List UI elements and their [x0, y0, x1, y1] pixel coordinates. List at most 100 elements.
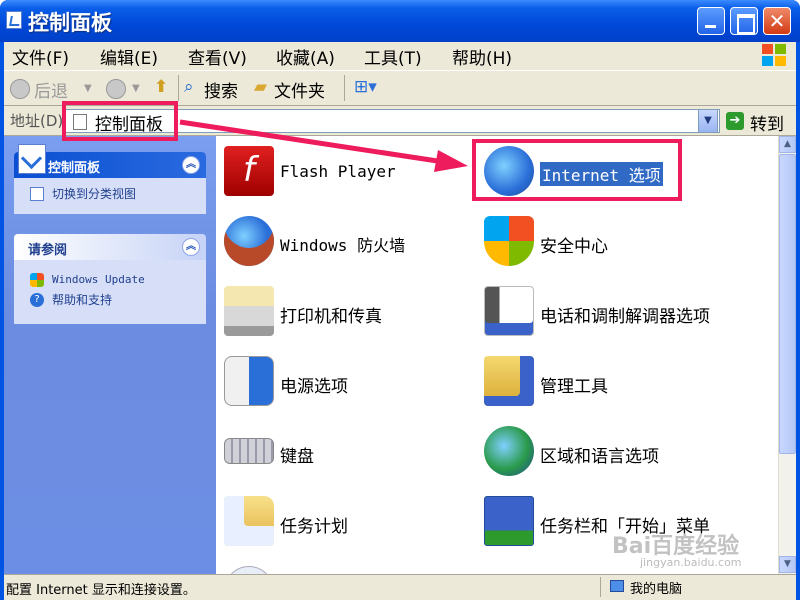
- address-dropdown-button[interactable]: ▼: [698, 109, 718, 133]
- windows-update-icon: [30, 273, 44, 287]
- views-grid-icon[interactable]: ⊞▾: [354, 77, 377, 97]
- see-also-panel: 请参阅 ︽ Windows Update ? 帮助和支持: [14, 234, 206, 324]
- keyboard-icon: [224, 438, 274, 464]
- partial-icon: [224, 566, 274, 574]
- item-phone-modem[interactable]: 电话和调制解调器选项: [480, 280, 740, 340]
- item-label: Windows 防火墙: [280, 236, 406, 255]
- item-security-center[interactable]: 安全中心: [480, 210, 740, 270]
- folders-button[interactable]: 文件夹: [274, 77, 325, 102]
- my-computer-icon: [610, 580, 624, 592]
- panel-title: 请参阅: [28, 243, 68, 258]
- title-bar[interactable]: 控制面板 ✕: [0, 0, 800, 42]
- item-flash-player[interactable]: f Flash Player: [220, 140, 480, 200]
- forward-button[interactable]: [106, 79, 126, 99]
- switch-category-view-link[interactable]: 切换到分类视图: [22, 184, 198, 204]
- status-bar: 配置 Internet 显示和连接设置。 我的电脑: [4, 574, 796, 600]
- menu-bar: 文件(F) 编辑(E) 查看(V) 收藏(A) 工具(T) 帮助(H): [4, 42, 796, 70]
- flash-icon: f: [224, 146, 274, 196]
- menu-tools[interactable]: 工具(T): [364, 44, 422, 69]
- search-icon: ⌕: [184, 77, 194, 97]
- menu-edit[interactable]: 编辑(E): [100, 44, 158, 69]
- panel-title: 控制面板: [48, 161, 101, 176]
- address-label: 地址(D): [10, 112, 64, 130]
- minimize-button[interactable]: [697, 7, 725, 35]
- toolbar-separator: [178, 75, 179, 101]
- item-admin-tools[interactable]: 管理工具: [480, 350, 740, 410]
- forward-dropdown-icon[interactable]: ▼: [132, 83, 140, 94]
- collapse-chevron-icon[interactable]: ︽: [182, 238, 200, 256]
- annotation-box-internet-options: [472, 139, 682, 201]
- link-label: 切换到分类视图: [52, 187, 137, 201]
- switch-view-icon: [30, 187, 44, 201]
- panel-body: Windows Update ? 帮助和支持: [14, 260, 206, 324]
- item-partial[interactable]: [220, 560, 480, 574]
- control-panel-icon: [18, 144, 46, 174]
- control-panel-panel: 控制面板 ︽ 切换到分类视图: [14, 144, 206, 214]
- menu-file[interactable]: 文件(F): [12, 44, 69, 69]
- vertical-scrollbar[interactable]: ▲ ▼: [778, 136, 796, 574]
- admin-tools-icon: [484, 356, 534, 406]
- control-panel-items: f Flash Player Internet 选项 Windows 防火墙 安…: [216, 136, 778, 574]
- item-label: 打印机和传真: [280, 307, 382, 327]
- scroll-down-button[interactable]: ▼: [779, 556, 796, 573]
- help-icon: ?: [30, 293, 44, 307]
- item-region-language[interactable]: 区域和语言选项: [480, 420, 740, 480]
- status-zone: 我的电脑: [610, 578, 682, 597]
- menu-view[interactable]: 查看(V): [188, 44, 247, 69]
- link-label: 帮助和支持: [52, 293, 113, 307]
- item-label: 键盘: [280, 447, 314, 467]
- printer-icon: [224, 286, 274, 336]
- item-label: 电源选项: [280, 377, 348, 397]
- item-keyboard[interactable]: 键盘: [220, 420, 480, 480]
- toolbar-separator: [344, 75, 345, 101]
- window-title: 控制面板: [28, 11, 112, 35]
- back-dropdown-icon[interactable]: ▼: [84, 83, 92, 94]
- close-button[interactable]: ✕: [763, 7, 791, 35]
- task-pane: 控制面板 ︽ 切换到分类视图 请参阅 ︽ Windows Update ? 帮助…: [4, 136, 216, 574]
- panel-header[interactable]: 控制面板 ︽: [14, 144, 206, 178]
- collapse-chevron-icon[interactable]: ︽: [182, 156, 200, 174]
- panel-body: 切换到分类视图: [14, 178, 206, 214]
- scroll-up-button[interactable]: ▲: [779, 136, 796, 153]
- menu-help[interactable]: 帮助(H): [452, 44, 512, 69]
- scroll-thumb[interactable]: [779, 154, 796, 454]
- status-separator: [600, 577, 601, 597]
- item-printers-faxes[interactable]: 打印机和传真: [220, 280, 480, 340]
- control-panel-icon: [6, 11, 22, 29]
- phone-modem-icon: [484, 286, 534, 336]
- back-button[interactable]: 后退: [34, 77, 68, 102]
- menu-favorites[interactable]: 收藏(A): [276, 44, 335, 69]
- status-text: 配置 Internet 显示和连接设置。: [6, 583, 196, 598]
- folder-icon: ▰: [254, 77, 268, 97]
- windows-update-link[interactable]: Windows Update: [22, 270, 198, 290]
- item-label: 区域和语言选项: [540, 447, 659, 467]
- baidu-watermark-url: jingyan.baidu.com: [640, 556, 742, 569]
- item-label: 电话和调制解调器选项: [540, 307, 710, 327]
- up-folder-icon[interactable]: ⬆: [154, 77, 168, 97]
- item-power-options[interactable]: 电源选项: [220, 350, 480, 410]
- security-shield-icon: [484, 216, 534, 266]
- taskbar-icon: [484, 496, 534, 546]
- item-scheduled-tasks[interactable]: 任务计划: [220, 490, 480, 550]
- item-label: Flash Player: [280, 162, 396, 181]
- firewall-icon: [224, 216, 274, 266]
- windows-logo-icon: [762, 44, 788, 68]
- item-windows-firewall[interactable]: Windows 防火墙: [220, 210, 480, 270]
- help-support-link[interactable]: ? 帮助和支持: [22, 290, 198, 310]
- go-arrow-icon: ➔: [726, 112, 744, 130]
- annotation-box-address: [62, 101, 178, 141]
- panel-header[interactable]: 请参阅 ︽: [14, 234, 206, 260]
- globe-icon: [484, 426, 534, 476]
- maximize-button[interactable]: [730, 7, 758, 35]
- back-arrow-icon: [10, 79, 30, 99]
- search-button[interactable]: 搜索: [204, 77, 238, 102]
- power-icon: [224, 356, 274, 406]
- control-panel-window: 控制面板 ✕ 文件(F) 编辑(E) 查看(V) 收藏(A) 工具(T) 帮助(…: [0, 0, 800, 600]
- link-label: Windows Update: [52, 273, 145, 286]
- zone-label: 我的电脑: [630, 582, 683, 597]
- go-label: 转到: [750, 115, 784, 135]
- item-label: 管理工具: [540, 377, 608, 397]
- item-label: 任务计划: [280, 517, 348, 537]
- task-folder-icon: [224, 496, 274, 546]
- item-label: 安全中心: [540, 237, 608, 257]
